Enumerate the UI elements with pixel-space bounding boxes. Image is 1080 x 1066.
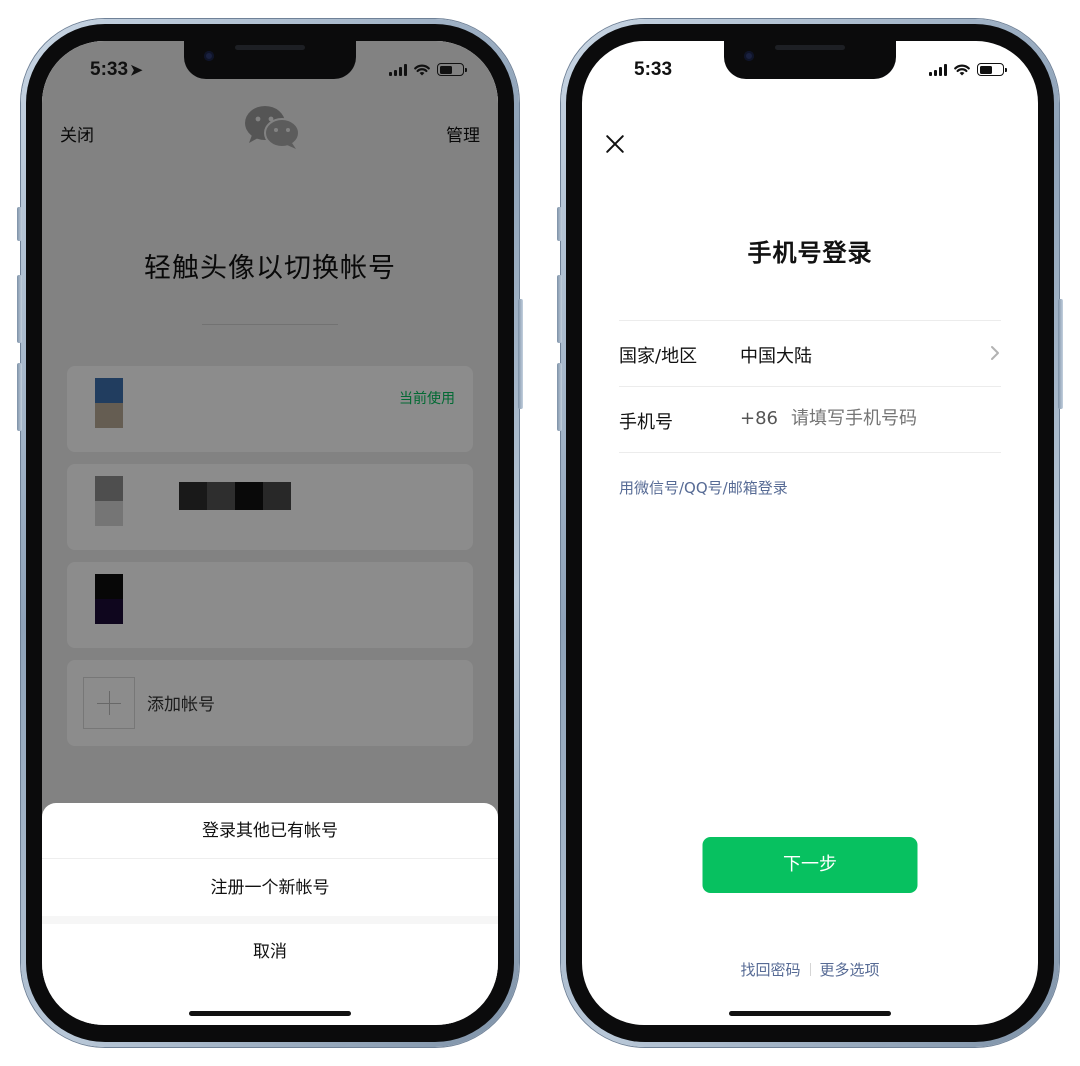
notch xyxy=(724,41,896,79)
link-separator xyxy=(809,963,811,976)
more-options-link[interactable]: 更多选项 xyxy=(820,961,880,979)
home-indicator[interactable] xyxy=(729,1011,891,1016)
phone-number-input[interactable] xyxy=(791,408,991,429)
cancel-button[interactable]: 取消 xyxy=(42,924,498,980)
account-switch-screen: 5:33 ➤ 关闭 管理 轻触头像以切换帐号 当前使用 添加帐号 登录其他已有帐… xyxy=(42,41,498,1025)
mute-switch xyxy=(557,207,562,241)
region-selector[interactable]: 国家/地区 中国大陆 xyxy=(619,320,1001,386)
location-arrow-icon: ➤ xyxy=(130,62,143,79)
phone-login-screen: 5:33 手机号登录 国家/地区 中国大陆 手机号 +86 请填写手机号码 用微… xyxy=(582,41,1038,1025)
action-sheet: 登录其他已有帐号 注册一个新帐号 取消 xyxy=(42,803,498,1025)
power-button xyxy=(518,299,523,409)
power-button xyxy=(1058,299,1063,409)
battery-icon xyxy=(977,63,1007,76)
status-time: 5:33 ➤ xyxy=(90,59,143,80)
volume-down-button xyxy=(557,363,562,431)
battery-icon xyxy=(437,63,467,76)
front-camera xyxy=(744,51,754,61)
sheet-separator xyxy=(42,916,498,924)
volume-up-button xyxy=(557,275,562,343)
home-indicator[interactable] xyxy=(189,1011,351,1016)
divider xyxy=(619,452,1001,453)
volume-up-button xyxy=(17,275,22,343)
wifi-icon xyxy=(954,64,970,76)
volume-down-button xyxy=(17,363,22,431)
region-label: 国家/地区 xyxy=(619,346,698,367)
cellular-signal-icon xyxy=(929,63,947,76)
bezel: 5:33 ➤ 关闭 管理 轻触头像以切换帐号 当前使用 添加帐号 登录其他已有帐… xyxy=(26,24,514,1042)
status-time: 5:33 xyxy=(634,59,673,80)
bottom-links: 找回密码 更多选项 xyxy=(582,959,1038,980)
cellular-signal-icon xyxy=(389,63,407,76)
close-icon[interactable] xyxy=(604,133,626,155)
region-value: 中国大陆 xyxy=(740,346,812,367)
front-camera xyxy=(204,51,214,61)
page-title: 手机号登录 xyxy=(747,239,873,267)
wifi-icon xyxy=(414,64,430,76)
chevron-right-icon xyxy=(991,346,999,360)
login-existing-account-option[interactable]: 登录其他已有帐号 xyxy=(42,803,498,859)
phone-number-row: 手机号 +86 xyxy=(619,386,1001,452)
recover-password-link[interactable]: 找回密码 xyxy=(740,961,800,979)
next-button[interactable]: 下一步 xyxy=(702,837,918,893)
bezel: 5:33 手机号登录 国家/地区 中国大陆 手机号 +86 请填写手机号码 用微… xyxy=(566,24,1054,1042)
account-switch-page: 5:33 ➤ 关闭 管理 轻触头像以切换帐号 当前使用 添加帐号 登录其他已有帐… xyxy=(42,41,498,1025)
left-phone-frame: 5:33 ➤ 关闭 管理 轻触头像以切换帐号 当前使用 添加帐号 登录其他已有帐… xyxy=(17,19,523,1047)
notch xyxy=(184,41,356,79)
phone-label: 手机号 xyxy=(619,412,673,433)
register-new-account-option[interactable]: 注册一个新帐号 xyxy=(42,860,498,916)
country-code[interactable]: +86 xyxy=(740,408,778,429)
right-phone-frame: 5:33 手机号登录 国家/地区 中国大陆 手机号 +86 请填写手机号码 用微… xyxy=(557,19,1063,1047)
mute-switch xyxy=(17,207,22,241)
alt-login-link[interactable]: 用微信号/QQ号/邮箱登录 xyxy=(619,477,788,498)
